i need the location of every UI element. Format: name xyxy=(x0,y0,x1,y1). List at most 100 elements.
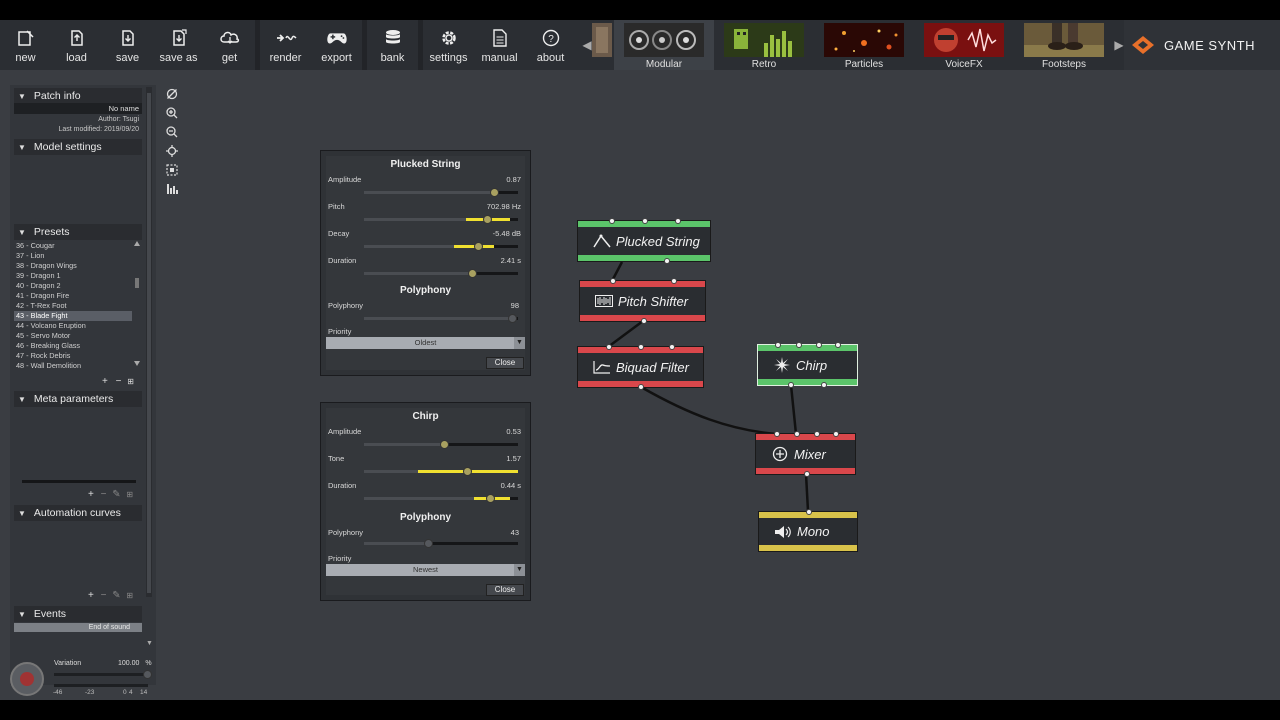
remove-preset-button[interactable]: − xyxy=(116,376,122,387)
left-panel-scroll-thumb[interactable] xyxy=(147,93,151,593)
output-port[interactable] xyxy=(821,382,827,388)
model-settings-header[interactable]: ▼ Model settings xyxy=(14,139,142,155)
preset-item[interactable]: 44 - Volcano Eruption xyxy=(14,321,132,331)
select-area-button[interactable] xyxy=(165,162,179,177)
meta-parameter-track[interactable] xyxy=(22,480,136,483)
preset-item[interactable]: 42 - T-Rex Foot xyxy=(14,301,132,311)
node-pitch-shifter[interactable]: Pitch Shifter xyxy=(579,278,706,324)
add-curve-button[interactable]: + xyxy=(88,590,94,601)
input-port[interactable] xyxy=(609,218,615,224)
slider-thumb[interactable] xyxy=(490,188,499,197)
input-port[interactable] xyxy=(835,342,841,348)
output-port[interactable] xyxy=(638,384,644,390)
tab-retro[interactable]: Retro xyxy=(714,20,814,70)
input-port[interactable] xyxy=(833,431,839,437)
node-chirp[interactable]: Chirp xyxy=(757,342,858,388)
close-button[interactable]: Close xyxy=(486,584,524,596)
variation-slider-thumb[interactable] xyxy=(143,670,152,679)
amplitude-slider[interactable] xyxy=(364,440,518,449)
preset-item[interactable]: 45 - Servo Motor xyxy=(14,331,132,341)
preset-item[interactable]: 36 - Cougar xyxy=(14,241,132,251)
events-header[interactable]: ▼ Events xyxy=(14,606,142,622)
input-port[interactable] xyxy=(638,344,644,350)
tab-footsteps[interactable]: Footsteps xyxy=(1014,20,1114,70)
tab-partial-thumbnail[interactable] xyxy=(592,20,614,70)
center-view-button[interactable] xyxy=(165,143,179,158)
meta-parameters-header[interactable]: ▼ Meta parameters xyxy=(14,391,142,407)
slider-thumb[interactable] xyxy=(483,215,492,224)
slider-thumb[interactable] xyxy=(424,539,433,548)
node-mono[interactable]: Mono xyxy=(758,509,858,552)
priority-select[interactable]: Newest ▼ xyxy=(326,564,525,576)
duration-slider[interactable] xyxy=(364,494,518,503)
left-panel-scrollbar[interactable] xyxy=(146,87,152,597)
load-button[interactable]: load xyxy=(51,20,102,70)
edit-curve-button[interactable]: ✎ xyxy=(112,590,120,601)
about-button[interactable]: ? about xyxy=(525,20,576,70)
tabs-scroll-left-button[interactable]: ◀ xyxy=(582,20,592,70)
preset-item[interactable]: 47 - Rock Debris xyxy=(14,351,132,361)
preset-options-icon[interactable]: ⊞ xyxy=(127,377,134,386)
remove-meta-button[interactable]: − xyxy=(101,489,107,500)
save-as-button[interactable]: save as xyxy=(153,20,204,70)
slider-thumb[interactable] xyxy=(468,269,477,278)
input-port[interactable] xyxy=(671,278,677,284)
input-port[interactable] xyxy=(606,344,612,350)
render-button[interactable]: render xyxy=(260,20,311,70)
slider-thumb[interactable] xyxy=(474,242,483,251)
amplitude-slider[interactable] xyxy=(364,188,518,197)
play-knob[interactable] xyxy=(10,662,44,696)
levels-button[interactable] xyxy=(165,181,179,196)
input-port[interactable] xyxy=(794,431,800,437)
reset-view-button[interactable] xyxy=(165,86,179,101)
node-biquad-filter[interactable]: Biquad Filter xyxy=(577,344,704,390)
output-port[interactable] xyxy=(664,258,670,264)
input-port[interactable] xyxy=(610,278,616,284)
preset-item-selected[interactable]: 43 - Blade Fight xyxy=(14,311,132,321)
close-button[interactable]: Close xyxy=(486,357,524,369)
duration-slider[interactable] xyxy=(364,269,518,278)
slider-thumb[interactable] xyxy=(463,467,472,476)
slider-thumb[interactable] xyxy=(486,494,495,503)
input-port[interactable] xyxy=(775,342,781,348)
tone-slider[interactable] xyxy=(364,467,518,476)
output-port[interactable] xyxy=(804,471,810,477)
add-meta-button[interactable]: + xyxy=(88,489,94,500)
node-mixer[interactable]: Mixer xyxy=(755,431,856,477)
decay-slider[interactable] xyxy=(364,242,518,251)
preset-item[interactable]: 46 - Breaking Glass xyxy=(14,341,132,351)
zoom-out-button[interactable] xyxy=(165,124,179,139)
output-port[interactable] xyxy=(641,318,647,324)
presets-header[interactable]: ▼ Presets xyxy=(14,224,142,240)
settings-button[interactable]: settings xyxy=(423,20,474,70)
manual-button[interactable]: manual xyxy=(474,20,525,70)
preset-item[interactable]: 48 - Wall Demolition xyxy=(14,361,132,371)
input-port[interactable] xyxy=(806,509,812,515)
tabs-scroll-right-button[interactable]: ▶ xyxy=(1114,20,1124,70)
input-port[interactable] xyxy=(774,431,780,437)
zoom-in-button[interactable] xyxy=(165,105,179,120)
input-port[interactable] xyxy=(642,218,648,224)
node-plucked-string[interactable]: Plucked String xyxy=(577,218,711,264)
input-port[interactable] xyxy=(814,431,820,437)
input-port[interactable] xyxy=(816,342,822,348)
preset-item[interactable]: 41 - Dragon Fire xyxy=(14,291,132,301)
bank-button[interactable]: bank xyxy=(367,20,418,70)
slider-thumb[interactable] xyxy=(508,314,517,323)
export-button[interactable]: export xyxy=(311,20,362,70)
polyphony-slider[interactable] xyxy=(364,539,518,548)
event-end-of-sound[interactable]: End of sound xyxy=(14,623,142,632)
panel-scroll-down-icon[interactable]: ▼ xyxy=(146,640,153,647)
new-button[interactable]: new xyxy=(0,20,51,70)
presets-scrollbar[interactable] xyxy=(134,241,140,366)
preset-item[interactable]: 38 - Dragon Wings xyxy=(14,261,132,271)
input-port[interactable] xyxy=(675,218,681,224)
tab-particles[interactable]: Particles xyxy=(814,20,914,70)
get-button[interactable]: get xyxy=(204,20,255,70)
remove-curve-button[interactable]: − xyxy=(101,590,107,601)
preset-item[interactable]: 39 - Dragon 1 xyxy=(14,271,132,281)
pitch-slider[interactable] xyxy=(364,215,518,224)
patch-info-header[interactable]: ▼ Patch info xyxy=(14,88,142,104)
save-button[interactable]: save xyxy=(102,20,153,70)
slider-thumb[interactable] xyxy=(440,440,449,449)
